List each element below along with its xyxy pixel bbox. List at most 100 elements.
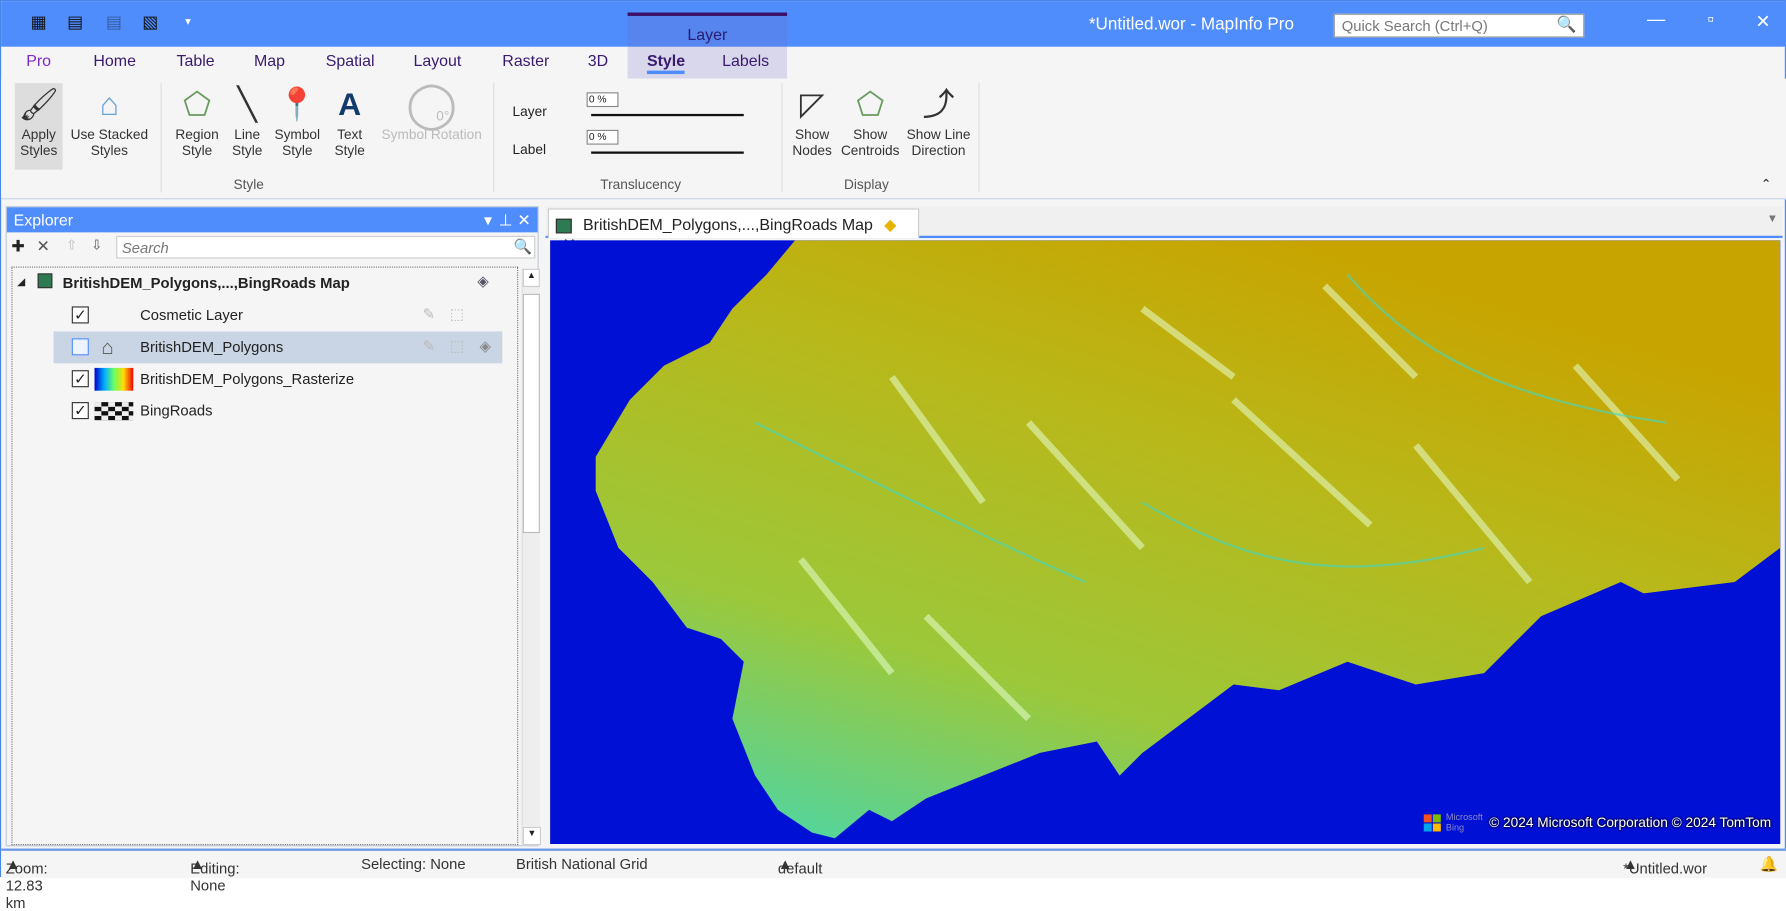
pin-icon: 📍 (277, 86, 318, 122)
quick-search-input[interactable]: Quick Search (Ctrl+Q) 🔍 (1333, 13, 1585, 38)
microsoft-logo-icon (1424, 813, 1442, 831)
notification-bell-icon[interactable]: 🔔 (1760, 855, 1778, 873)
layer-name: BritishDEM_Polygons_Rasterize (140, 370, 355, 388)
layer-translucency-slider[interactable] (591, 113, 744, 117)
show-nodes-label: Show Nodes (792, 126, 832, 159)
use-stacked-styles-button[interactable]: ⌂ Use Stacked Styles (69, 83, 149, 159)
close-button[interactable]: ✕ (1746, 10, 1780, 33)
apply-styles-button[interactable]: 🖌 Apply Styles (14, 83, 63, 170)
move-up-icon[interactable]: ⇧ (66, 237, 77, 253)
layer-visibility-checkbox[interactable] (71, 338, 89, 356)
copyright-text: © 2024 Microsoft Corporation © 2024 TomT… (1489, 814, 1772, 831)
scroll-down-button[interactable]: ▼ (522, 826, 542, 846)
mapinfo-window: ▦ ▤ ▤ ▧ ▾ Layer *Untitled.wor - MapInfo … (0, 0, 1786, 911)
explorer-toolbar: ✚ ✕ ⇧ ⇩ Search 🔍 (7, 232, 538, 262)
collapse-icon[interactable]: ◢ (17, 276, 25, 289)
label-settings-icon[interactable]: ◈ (477, 272, 488, 290)
add-layer-icon[interactable]: ✚ (11, 237, 24, 256)
explorer-panel: Explorer ▾ ⊥ ✕ ✚ ✕ ⇧ ⇩ Search 🔍 ◢ British… (5, 206, 542, 847)
pin-icon[interactable]: ⊥ (499, 211, 513, 230)
selectable-icon[interactable]: ⬚ (450, 337, 464, 355)
text-style-button[interactable]: A Text Style (327, 83, 373, 159)
layer-row-selected[interactable]: ⌂ BritishDEM_Polygons ✎ ⬚ ◈ (53, 331, 503, 364)
tab-3d[interactable]: 3D (588, 51, 608, 69)
layer-visibility-checkbox[interactable]: ✓ (71, 370, 89, 388)
region-style-button[interactable]: ⬠ Region Style (172, 83, 222, 159)
tab-labels[interactable]: Labels (722, 51, 769, 69)
land-mass (595, 240, 1781, 839)
paintbrush-icon: 🖌 (18, 86, 59, 122)
projection-status[interactable]: British National Grid (516, 855, 648, 872)
line-style-button[interactable]: ╲ Line Style (227, 83, 268, 159)
workspace-status[interactable]: *Untitled.wor ▲ (1623, 855, 1707, 877)
label-toggle-icon[interactable]: ◈ (480, 337, 491, 355)
layer-visibility-checkbox[interactable]: ✓ (71, 402, 89, 420)
show-centroids-button[interactable]: ⬠ Show Centroids (839, 83, 901, 159)
apply-styles-label: Apply Styles (20, 126, 58, 159)
customize-toolbar-icon[interactable]: ▾ (178, 13, 199, 34)
title-bar: ▦ ▤ ▤ ▧ ▾ Layer *Untitled.wor - MapInfo … (1, 1, 1786, 79)
show-nodes-button[interactable]: ◸ Show Nodes (789, 83, 835, 159)
scroll-thumb[interactable] (522, 293, 540, 534)
zoom-text: Zoom: 12.83 km (5, 859, 48, 911)
layer-row[interactable]: ✓ BritishDEM_Polygons_Rasterize (13, 363, 514, 395)
show-line-direction-button[interactable]: ⤴ Show Line Direction (906, 83, 972, 159)
save-icon[interactable]: ▤ (65, 13, 86, 34)
translucency-group-label: Translucency (600, 176, 682, 193)
terrain-map (595, 240, 1781, 839)
minimize-button[interactable]: — (1639, 10, 1673, 31)
layer-row[interactable]: ✓ BingRoads (13, 395, 514, 427)
style-status[interactable]: default ▲ (778, 855, 822, 877)
zoom-status[interactable]: Zoom: 12.83 km ▲ (6, 855, 48, 911)
map-attribution: Microsoft Bing © 2024 Microsoft Corporat… (1424, 812, 1771, 833)
tab-list-dropdown-icon[interactable]: ▼ (1767, 213, 1778, 226)
maximize-button[interactable]: ▫ (1694, 10, 1728, 31)
selectable-icon[interactable]: ⬚ (450, 305, 464, 323)
label-translucency-slider[interactable] (591, 151, 744, 154)
tab-layout[interactable]: Layout (413, 51, 461, 69)
symbol-style-label: Symbol Style (274, 126, 321, 159)
map-tab-bar: BritishDEM_Polygons,...,BingRoads Map ◆ … (545, 206, 1783, 253)
editing-text: Editing: None (190, 859, 240, 895)
save-copy-icon[interactable]: ▤ (104, 13, 125, 34)
close-icon[interactable]: ✕ (517, 211, 530, 230)
layer-row[interactable]: ✓ Cosmetic Layer ✎ ⬚ (13, 300, 514, 332)
style-text: default (777, 859, 823, 878)
symbol-rotation-control: ◯ 0° Symbol Rotation (377, 82, 486, 142)
tab-pro[interactable]: Pro (26, 51, 51, 69)
scroll-up-button[interactable]: ▲ (522, 268, 540, 288)
status-bar: Zoom: 12.83 km ▲ Editing: None ▲ Selecti… (1, 848, 1786, 911)
search-icon[interactable]: 🔍 (1557, 15, 1577, 34)
search-placeholder: Search (121, 239, 169, 257)
context-group-label: Layer (687, 25, 728, 44)
label-translucency-value: 0 % (586, 129, 619, 145)
close-table-icon[interactable]: ▧ (140, 13, 161, 34)
map-window-tab[interactable]: BritishDEM_Polygons,...,BingRoads Map ◆ … (547, 208, 920, 253)
map-name: BritishDEM_Polygons,...,BingRoads Map (62, 274, 350, 292)
symbol-style-button[interactable]: 📍 Symbol Style (272, 83, 322, 159)
map-node[interactable]: ◢ BritishDEM_Polygons,...,BingRoads Map … (13, 268, 514, 300)
move-down-icon[interactable]: ⇩ (91, 237, 102, 253)
explorer-title: Explorer (13, 210, 74, 229)
open-table-icon[interactable]: ▦ (28, 13, 49, 34)
text-style-label: Text Style (334, 126, 365, 159)
explorer-scrollbar[interactable]: ▲ ▼ (521, 268, 542, 846)
explorer-search-input[interactable]: Search 🔍 (116, 235, 536, 259)
map-canvas[interactable]: Microsoft Bing © 2024 Microsoft Corporat… (550, 240, 1781, 844)
layer-visibility-checkbox[interactable]: ✓ (71, 306, 89, 324)
search-icon[interactable]: 🔍 (513, 238, 531, 256)
tab-style[interactable]: Style (646, 51, 686, 75)
tab-map[interactable]: Map (254, 51, 285, 69)
tab-spatial[interactable]: Spatial (326, 51, 375, 69)
tab-home[interactable]: Home (93, 51, 136, 69)
remove-layer-icon[interactable]: ✕ (36, 237, 49, 256)
editing-status[interactable]: Editing: None ▲ (190, 855, 239, 894)
ribbon: 🖌 Apply Styles ⌂ Use Stacked Styles ⬠ Regio… (1, 78, 1786, 200)
layer-translucency-label: Layer (512, 103, 547, 120)
tab-raster[interactable]: Raster (502, 51, 549, 69)
edit-icon[interactable]: ✎ (423, 337, 435, 355)
tab-table[interactable]: Table (177, 51, 215, 69)
edit-icon[interactable]: ✎ (423, 305, 435, 323)
collapse-ribbon-icon[interactable]: ⌃ (1761, 177, 1772, 192)
dropdown-icon[interactable]: ▾ (484, 211, 492, 230)
